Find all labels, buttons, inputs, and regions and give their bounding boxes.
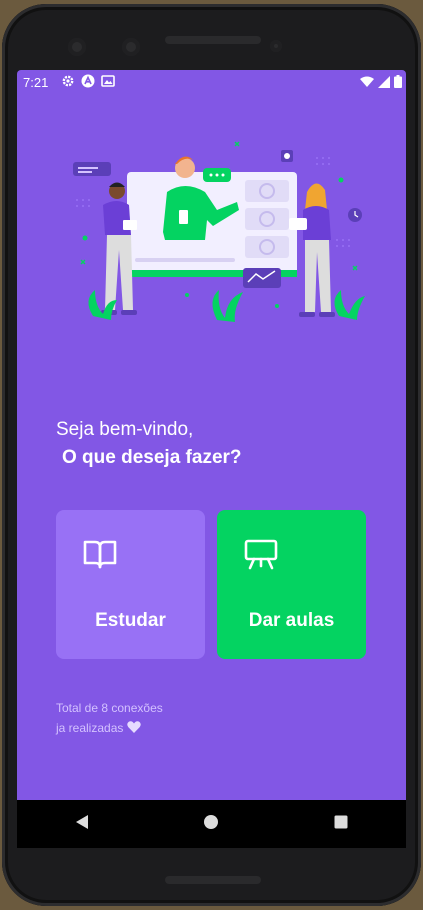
home-icon — [203, 814, 219, 835]
signal-icon — [378, 75, 390, 91]
greeting-line: Seja bem-vindo, — [56, 419, 194, 440]
sensor-dot — [122, 38, 140, 56]
connections-line-2: ja realizadas — [56, 721, 124, 735]
status-time: 7:21 — [23, 75, 49, 90]
back-icon — [75, 814, 89, 835]
system-nav-bar — [17, 800, 406, 848]
earpiece-speaker — [165, 36, 261, 44]
battery-icon — [394, 75, 402, 91]
accessibility-icon — [81, 74, 95, 91]
teach-button-label: Dar aulas — [248, 610, 335, 631]
greeting: Seja bem-vindo, O que deseja fazer? — [56, 416, 242, 472]
connections-line: Total de 8 conexões — [56, 701, 163, 715]
greeting-question: O que deseja fazer? — [62, 447, 242, 468]
status-bar: 7:21 — [17, 70, 406, 94]
recents-button[interactable] — [311, 804, 371, 844]
wifi-icon — [360, 76, 374, 91]
gallery-icon — [101, 74, 115, 91]
study-button[interactable]: Estudar — [56, 510, 205, 659]
book-open-icon — [82, 538, 118, 575]
app-screen: 7:21 Seja bem-vindo, O que deseja fazer?… — [17, 70, 406, 848]
study-button-label: Estudar — [95, 610, 166, 631]
proximity-sensor — [270, 40, 282, 52]
total-connections: Total de 8 conexões ja realizadas — [56, 698, 163, 738]
bottom-speaker — [165, 876, 261, 884]
gear-icon — [61, 74, 75, 91]
landing-illustration — [67, 140, 367, 330]
presentation-board-icon — [243, 538, 279, 575]
recents-icon — [334, 815, 348, 834]
front-camera-dot — [68, 38, 86, 56]
home-button[interactable] — [181, 804, 241, 844]
teach-button[interactable]: Dar aulas — [217, 510, 366, 659]
back-button[interactable] — [52, 804, 112, 844]
purple-heart-icon — [126, 721, 141, 735]
